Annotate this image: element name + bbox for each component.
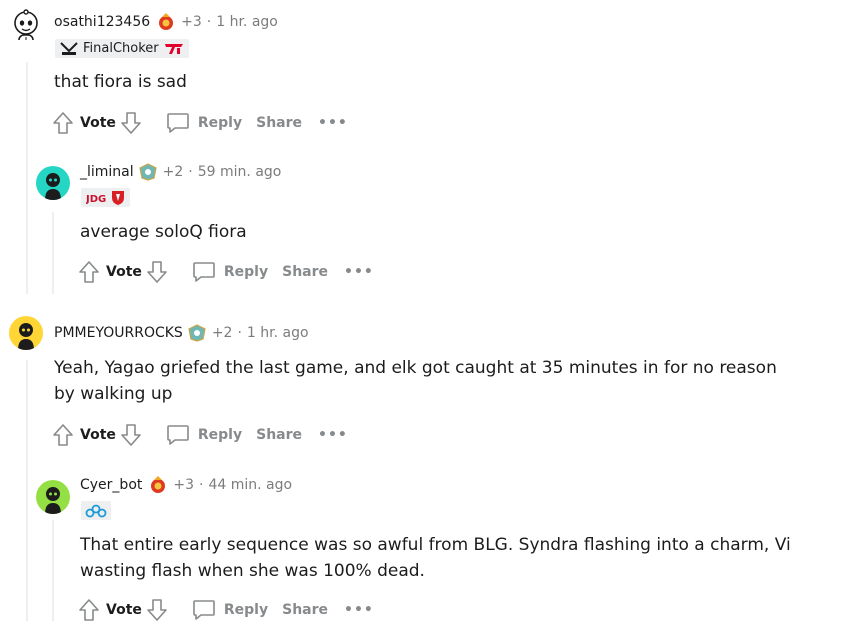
comment-bubble-icon (166, 112, 190, 134)
comment-body: average soloQ fiora (80, 222, 247, 242)
separator: · (188, 164, 193, 180)
svg-text:JDG: JDG (86, 194, 106, 204)
comment-actions: Vote Reply Share ••• (52, 420, 348, 450)
reply-label: Reply (223, 602, 269, 618)
reply-button[interactable]: Reply (192, 261, 268, 283)
share-label: Share (256, 115, 303, 131)
more-options-icon[interactable]: ••• (318, 427, 348, 443)
user-flair: FinalChoker (55, 39, 189, 58)
reply-button[interactable]: Reply (166, 424, 242, 446)
upvote-icon[interactable] (78, 598, 100, 622)
points: +2 (211, 325, 233, 341)
reply-label: Reply (223, 264, 269, 280)
reply-button[interactable]: Reply (192, 599, 268, 621)
avatar[interactable] (9, 6, 43, 40)
share-label: Share (282, 264, 329, 280)
comment-actions: Vote Reply Share ••• (78, 257, 374, 287)
separator: · (206, 14, 212, 30)
timestamp[interactable]: 1 hr. ago (216, 14, 278, 30)
user-flair (81, 501, 111, 520)
downvote-icon[interactable] (120, 423, 142, 447)
reply-button[interactable]: Reply (166, 112, 242, 134)
comment-bubble-icon (192, 599, 216, 621)
comment-body: That entire early sequence was so awful … (80, 535, 791, 581)
snoo-avatar-icon (45, 487, 61, 514)
comment-body: Yeah, Yagao griefed the last game, and e… (54, 358, 777, 404)
vote-count: Vote (80, 115, 116, 131)
lck-logo-icon (60, 41, 78, 56)
avatar[interactable] (36, 480, 70, 514)
downvote-icon[interactable] (146, 260, 168, 284)
crest-emblem-icon (138, 162, 158, 182)
fire-emblem-icon (148, 475, 168, 495)
more-options-icon[interactable]: ••• (318, 115, 348, 131)
vote-count: Vote (106, 264, 142, 280)
snoo-avatar-icon (18, 323, 34, 350)
thread-line[interactable] (26, 62, 28, 294)
flair-text: FinalChoker (83, 41, 159, 56)
reply-label: Reply (197, 427, 243, 443)
username[interactable]: Cyer_bot (80, 477, 142, 493)
thread-line[interactable] (26, 360, 28, 621)
snoo-avatar-icon (45, 173, 61, 200)
timestamp[interactable]: 59 min. ago (198, 164, 282, 180)
username[interactable]: PMMEYOURROCKS (54, 325, 183, 341)
more-options-icon[interactable]: ••• (344, 264, 374, 280)
avatar[interactable] (9, 316, 43, 350)
timestamp[interactable]: 44 min. ago (208, 477, 292, 493)
user-flair: JDG (81, 188, 130, 207)
jdg-logo-icon: JDG (86, 192, 108, 204)
thread-line[interactable] (52, 520, 54, 621)
t1-logo-icon (164, 43, 183, 54)
separator: · (199, 477, 204, 493)
username[interactable]: osathi123456 (54, 14, 150, 30)
downvote-icon[interactable] (146, 598, 168, 622)
upvote-icon[interactable] (52, 111, 74, 135)
upvote-icon[interactable] (52, 423, 74, 447)
comment-actions: Vote Reply Share ••• (52, 108, 348, 138)
share-label: Share (282, 602, 329, 618)
timestamp[interactable]: 1 hr. ago (247, 325, 309, 341)
thread-line[interactable] (52, 212, 54, 294)
points: +2 (162, 164, 184, 180)
comment-bubble-icon (192, 261, 216, 283)
vote-count: Vote (106, 602, 142, 618)
avatar[interactable] (36, 166, 70, 200)
points: +3 (173, 477, 195, 493)
more-options-icon[interactable]: ••• (344, 602, 374, 618)
share-button[interactable]: Share (282, 602, 328, 618)
vote-count: Vote (80, 427, 116, 443)
fire-emblem-icon (156, 12, 176, 32)
reply-label: Reply (197, 115, 243, 131)
edg-logo-icon (111, 190, 125, 206)
downvote-icon[interactable] (120, 111, 142, 135)
separator: · (237, 325, 242, 341)
cloud9-logo-icon (85, 504, 107, 518)
snoo-avatar-icon (14, 9, 38, 40)
comment-bubble-icon (166, 424, 190, 446)
username[interactable]: _liminal (80, 164, 134, 180)
comment-body: that fiora is sad (54, 72, 187, 92)
share-button[interactable]: Share (256, 427, 302, 443)
share-button[interactable]: Share (282, 264, 328, 280)
points: +3 (181, 14, 202, 30)
upvote-icon[interactable] (78, 260, 100, 284)
crest-emblem-icon (187, 323, 207, 343)
share-label: Share (256, 427, 303, 443)
share-button[interactable]: Share (256, 115, 302, 131)
